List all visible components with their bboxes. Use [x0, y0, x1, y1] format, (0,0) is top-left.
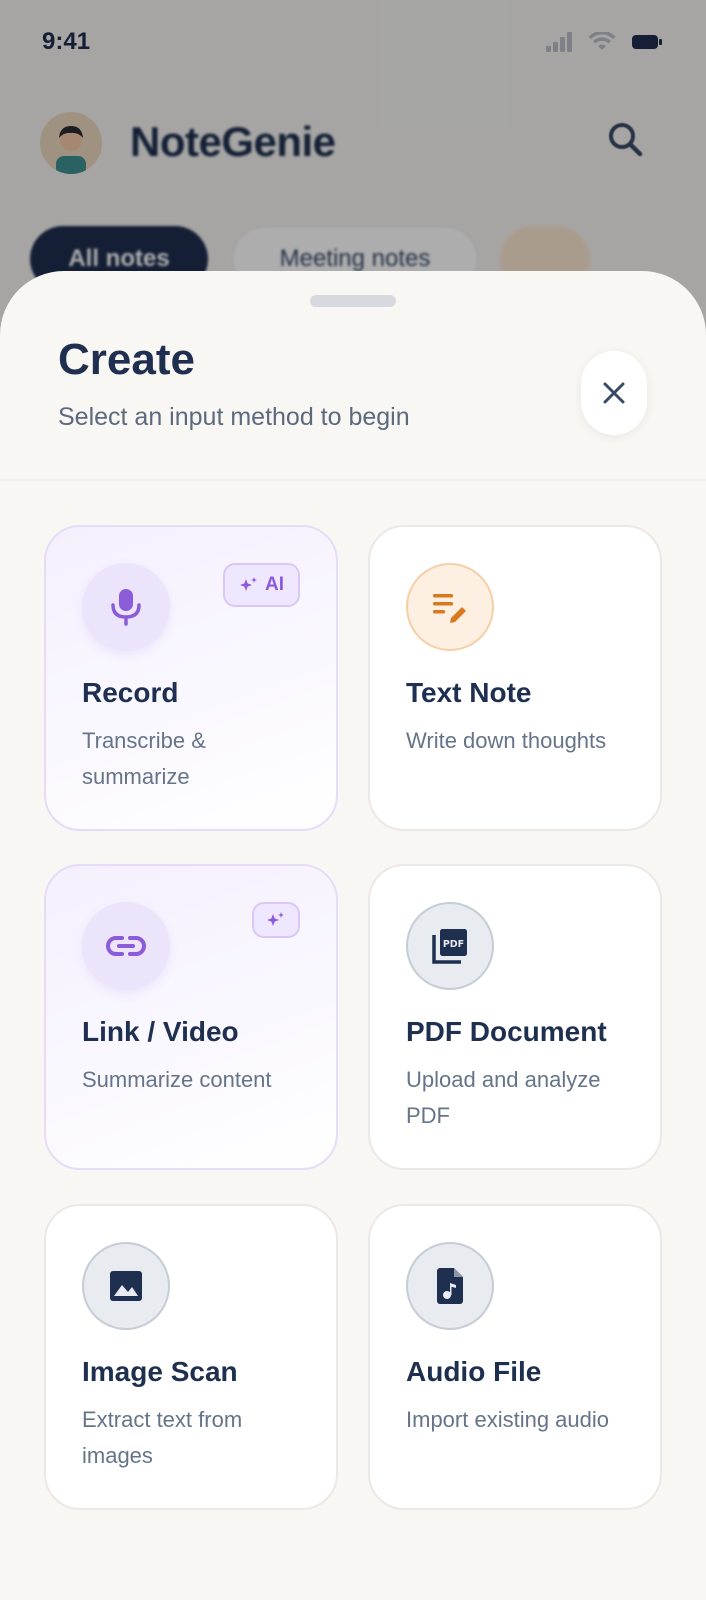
option-description: Write down thoughts: [406, 728, 607, 753]
sheet-subtitle: Select an input method to begin: [58, 403, 410, 431]
option-card-record[interactable]: AI Record Transcribe & summarize: [44, 525, 338, 831]
option-card-link-video[interactable]: Link / Video Summarize content: [44, 864, 338, 1170]
option-description: Import existing audio: [406, 1407, 609, 1432]
option-card-image-scan[interactable]: Image Scan Extract text from images: [44, 1204, 338, 1510]
option-card-audio-file[interactable]: Audio File Import existing audio: [368, 1204, 662, 1510]
ai-badge: AI: [223, 563, 300, 607]
audio-file-icon-circle: [406, 1242, 494, 1330]
ai-badge-label: AI: [265, 574, 284, 595]
sheet-title: Create: [58, 335, 195, 384]
svg-text:PDF: PDF: [443, 939, 464, 950]
option-title: Image Scan: [82, 1356, 238, 1387]
image-icon-circle: [82, 1242, 170, 1330]
option-description: Summarize content: [82, 1067, 272, 1092]
option-card-pdf-document[interactable]: PDF PDF Document Upload and analyze PDF: [368, 864, 662, 1170]
option-title: PDF Document: [406, 1016, 607, 1047]
sparkle-icon: [240, 577, 257, 591]
option-description: Extract text from images: [82, 1407, 243, 1468]
image-icon: [110, 1271, 142, 1301]
edit-note-icon: [433, 594, 466, 623]
option-card-text-note[interactable]: Text Note Write down thoughts: [368, 525, 662, 831]
sheet-divider: [0, 479, 706, 481]
option-title: Record: [82, 677, 179, 708]
option-title: Text Note: [406, 677, 532, 708]
close-icon: [603, 382, 625, 404]
ai-badge: [252, 902, 300, 938]
text-note-icon-circle: [406, 563, 494, 651]
pdf-icon: PDF: [432, 929, 467, 964]
sparkle-icon: [267, 912, 284, 926]
option-description: Transcribe & summarize: [82, 728, 206, 789]
audio-file-icon: [437, 1268, 463, 1304]
pdf-icon-circle: PDF: [406, 902, 494, 990]
close-button[interactable]: [581, 351, 647, 435]
option-title: Audio File: [406, 1356, 542, 1387]
option-title: Link / Video: [82, 1016, 239, 1047]
microphone-icon: [111, 589, 141, 626]
link-icon: [106, 936, 146, 956]
link-icon-circle: [82, 902, 170, 990]
create-bottom-sheet: Create Select an input method to begin A…: [0, 271, 706, 1600]
record-icon-circle: [82, 563, 170, 651]
sheet-drag-handle[interactable]: [310, 295, 396, 307]
option-description: Upload and analyze PDF: [406, 1067, 601, 1128]
